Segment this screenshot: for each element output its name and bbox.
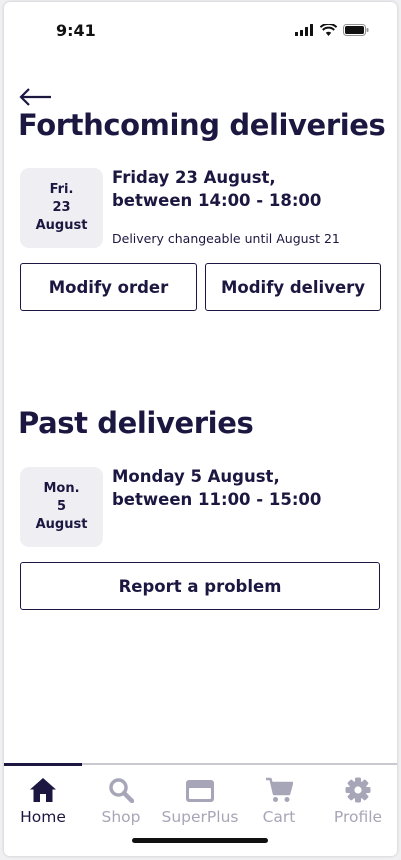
search-icon xyxy=(109,778,134,803)
tab-shop-label: Shop xyxy=(101,808,141,826)
home-indicator xyxy=(132,838,268,843)
delivery-title-line2: between 14:00 - 18:00 xyxy=(112,191,322,210)
status-bar: 9:41 xyxy=(4,2,397,58)
tab-shop[interactable]: Shop xyxy=(82,775,160,826)
cart-icon xyxy=(266,777,293,802)
tab-superplus-label: SuperPlus xyxy=(161,808,239,826)
signal-icon xyxy=(295,24,313,36)
modify-order-button[interactable]: Modify order xyxy=(20,263,197,311)
status-icons xyxy=(295,24,369,36)
date-day-abbr: Fri. xyxy=(49,182,74,197)
card-icon xyxy=(186,780,214,802)
status-time: 9:41 xyxy=(56,21,96,40)
arrow-left-icon xyxy=(19,88,51,106)
date-day-number: 5 xyxy=(56,499,67,514)
home-icon xyxy=(30,778,56,802)
past-delivery-title-line1: Monday 5 August, xyxy=(112,467,280,486)
delivery-title: Friday 23 August, between 14:00 - 18:00 xyxy=(112,166,392,212)
past-delivery-title-line2: between 11:00 - 15:00 xyxy=(112,490,322,509)
tab-home[interactable]: Home xyxy=(4,775,82,826)
delivery-title-line1: Friday 23 August, xyxy=(112,168,276,187)
date-day-abbr: Mon. xyxy=(43,481,80,496)
tab-superplus[interactable]: SuperPlus xyxy=(161,775,239,826)
page-title: Forthcoming deliveries xyxy=(18,108,386,142)
date-month: August xyxy=(35,218,88,233)
battery-icon xyxy=(343,24,369,36)
modify-delivery-button[interactable]: Modify delivery xyxy=(205,263,381,311)
tab-home-label: Home xyxy=(20,808,66,826)
delivery-date-badge: Fri. 23 August xyxy=(20,168,103,248)
tab-profile[interactable]: Profile xyxy=(319,775,397,826)
past-delivery-title: Monday 5 August, between 11:00 - 15:00 xyxy=(112,465,392,511)
phone-screen: 9:41 Forthcoming deliveries Fri. 23 Augu… xyxy=(4,2,397,856)
tab-cart[interactable]: Cart xyxy=(240,775,318,826)
tab-profile-label: Profile xyxy=(333,808,383,826)
date-day-number: 23 xyxy=(52,200,71,215)
past-deliveries-title: Past deliveries xyxy=(18,406,254,440)
back-button[interactable] xyxy=(18,84,54,110)
wifi-icon xyxy=(320,24,337,36)
gear-icon xyxy=(345,777,371,803)
report-problem-button[interactable]: Report a problem xyxy=(20,562,380,610)
date-month: August xyxy=(35,517,88,532)
tab-cart-label: Cart xyxy=(262,808,296,826)
past-delivery-date-badge: Mon. 5 August xyxy=(20,467,103,547)
active-tab-indicator xyxy=(4,763,82,766)
delivery-change-note: Delivery changeable until August 21 xyxy=(112,231,340,246)
